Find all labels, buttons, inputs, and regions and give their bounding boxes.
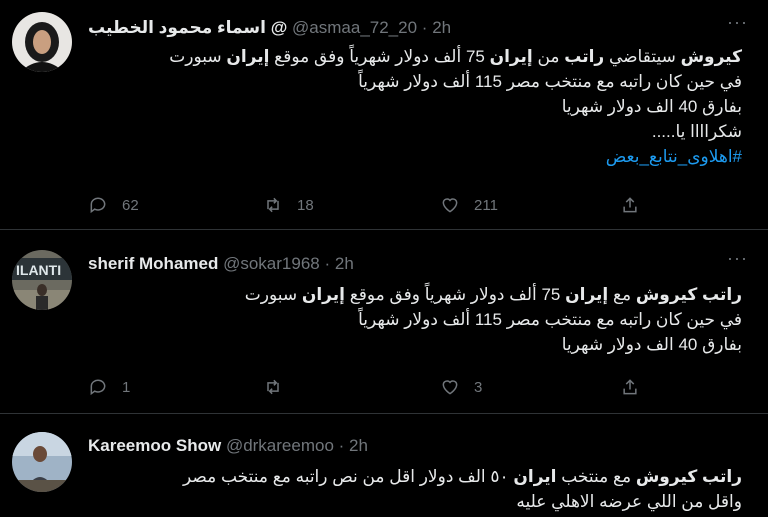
retweet-count: 18 xyxy=(297,196,314,214)
handle[interactable]: @sokar1968 xyxy=(223,254,320,273)
reply-icon xyxy=(90,197,106,214)
tweet-text-segment: في حين كان راتبه مع منتخب مصر 115 ألف دو… xyxy=(358,310,742,329)
reply-count: 1 xyxy=(122,378,131,396)
heart-icon xyxy=(442,198,458,213)
tweet-text-segment: سيتقاضي xyxy=(604,47,681,66)
like-button[interactable]: 3 xyxy=(440,377,482,397)
separator-dot: · xyxy=(421,18,428,37)
timestamp[interactable]: 2h xyxy=(432,18,451,37)
tweet-text-segment: مع منتخب xyxy=(556,467,636,486)
tweet-text-segment: راتب xyxy=(564,47,605,66)
display-name[interactable]: Kareemoo Show xyxy=(88,436,221,455)
share-icon xyxy=(623,197,637,213)
hashtag-link[interactable]: #اهلاوى_نتابع_بعض xyxy=(606,147,742,166)
reply-button[interactable]: 62 xyxy=(88,195,139,215)
separator-dot: · xyxy=(324,254,331,273)
reply-count: 62 xyxy=(122,196,139,214)
tweet-line: في حين كان راتبه مع منتخب مصر 115 ألف دو… xyxy=(88,307,742,332)
avatar[interactable]: ILANTI xyxy=(12,250,72,310)
handle[interactable]: @drkareemoo xyxy=(226,436,334,455)
tweet-header: اسماء محمود الخطيب @ @asmaa_72_20 · 2h xyxy=(88,18,451,38)
tweet-text-segment: ٥٠ الف دولار اقل من نص راتبه مع منتخب مص… xyxy=(183,467,514,486)
tweet-text: كيروش سيتقاضي راتب من إيران 75 ألف دولار… xyxy=(88,44,742,169)
tweet-text-segment: راتب كيروش xyxy=(635,467,742,486)
tweet-line: واقل من اللي عرضه الاهلي عليه xyxy=(88,489,742,514)
separator-dot: · xyxy=(338,436,345,455)
retweet-button[interactable]: 18 xyxy=(263,195,314,215)
tweet-line: بفارق 40 الف دولار شهريا xyxy=(88,94,742,119)
avatar[interactable] xyxy=(12,432,72,492)
tweet[interactable]: Kareemoo Show @drkareemoo · 2h راتب كيرو… xyxy=(0,414,768,517)
tweet-header: sherif Mohamed @sokar1968 · 2h xyxy=(88,254,354,274)
tweet-text-segment: بفارق 40 الف دولار شهريا xyxy=(561,335,742,354)
display-name[interactable]: sherif Mohamed xyxy=(88,254,218,273)
tweet-text-segment: مع xyxy=(608,285,636,304)
tweet-line: كيروش سيتقاضي راتب من إيران 75 ألف دولار… xyxy=(88,44,742,69)
tweet-text-segment: إيران xyxy=(301,285,345,304)
tweet-text-segment: واقل من اللي عرضه الاهلي عليه xyxy=(516,492,742,511)
like-button[interactable]: 211 xyxy=(440,195,498,215)
retweet-icon xyxy=(267,197,279,213)
tweet-line: راتب كيروش مع منتخب ايران ٥٠ الف دولار ا… xyxy=(88,464,742,489)
tweet-text-segment: في حين كان راتبه مع منتخب مصر 115 ألف دو… xyxy=(358,72,742,91)
reply-button[interactable]: 1 xyxy=(88,377,130,397)
tweet-actions: 1 3 xyxy=(88,377,648,399)
more-options-icon[interactable]: ··· xyxy=(727,248,748,269)
reply-icon xyxy=(90,379,106,396)
tweet-text-segment: شكراااا يا..... xyxy=(651,122,742,141)
share-button[interactable] xyxy=(620,377,654,397)
tweet-text-segment: راتب كيروش xyxy=(635,285,742,304)
timestamp[interactable]: 2h xyxy=(335,254,354,273)
tweet-text: راتب كيروش مع إيران 75 ألف دولار شهرياً … xyxy=(88,282,742,357)
tweet-text-segment: إيران xyxy=(489,47,533,66)
heart-icon xyxy=(442,380,458,395)
timestamp[interactable]: 2h xyxy=(349,436,368,455)
tweet-text-segment: إيران xyxy=(226,47,270,66)
tweet[interactable]: ILANTI sherif Mohamed @sokar1968 · 2h ··… xyxy=(0,230,768,413)
tweet-actions: 62 18 211 xyxy=(88,195,648,217)
tweet[interactable]: اسماء محمود الخطيب @ @asmaa_72_20 · 2h ·… xyxy=(0,0,768,229)
tweet-text-segment: من xyxy=(532,47,565,66)
share-icon xyxy=(623,379,637,395)
tweet-line: بفارق 40 الف دولار شهريا xyxy=(88,332,742,357)
display-name[interactable]: اسماء محمود الخطيب @ xyxy=(88,18,287,37)
handle[interactable]: @asmaa_72_20 xyxy=(292,18,417,37)
tweet-text-segment: إيران xyxy=(565,285,609,304)
like-count: 3 xyxy=(474,378,483,396)
tweet-line: في حين كان راتبه مع منتخب مصر 115 ألف دو… xyxy=(88,69,742,94)
avatar[interactable] xyxy=(12,12,72,72)
tweet-line: شكراااا يا..... xyxy=(88,119,742,144)
tweet-text-segment: 75 ألف دولار شهرياً وفق موقع xyxy=(269,47,490,66)
tweet-text-segment: بفارق 40 الف دولار شهريا xyxy=(561,97,742,116)
tweet-line: راتب كيروش مع إيران 75 ألف دولار شهرياً … xyxy=(88,282,742,307)
tweet-text-segment: ايران xyxy=(513,467,557,486)
tweet-text-segment: كيروش xyxy=(680,47,742,66)
tweet-header: Kareemoo Show @drkareemoo · 2h xyxy=(88,436,368,456)
svg-text:ILANTI: ILANTI xyxy=(16,262,61,278)
retweet-button[interactable] xyxy=(263,377,297,397)
tweet-text-segment: 75 ألف دولار شهرياً وفق موقع xyxy=(344,285,566,304)
tweet-text: راتب كيروش مع منتخب ايران ٥٠ الف دولار ا… xyxy=(88,464,742,514)
share-button[interactable] xyxy=(620,195,654,215)
more-options-icon[interactable]: ··· xyxy=(727,12,748,33)
tweet-text-segment: سبورت xyxy=(169,47,227,66)
tweet-text-segment: سبورت xyxy=(244,285,302,304)
like-count: 211 xyxy=(474,196,498,214)
retweet-icon xyxy=(267,379,279,395)
